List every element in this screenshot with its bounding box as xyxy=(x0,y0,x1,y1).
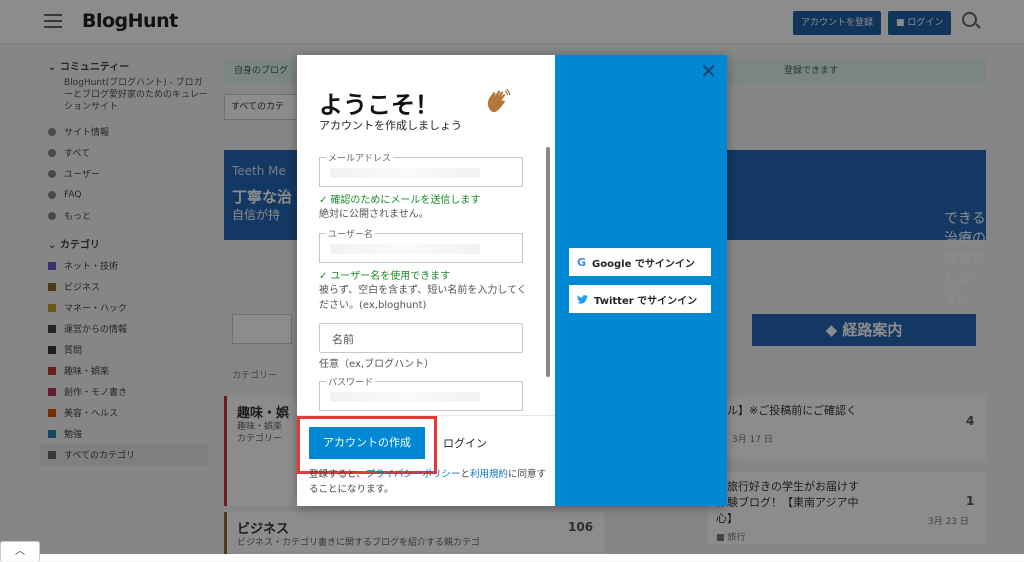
form-scrollbar[interactable] xyxy=(546,147,550,377)
google-signin-button[interactable]: G Google でサインイン xyxy=(569,248,711,276)
social-signin-panel: ✕ G Google でサインイン Twitter でサインイン xyxy=(555,55,727,506)
username-field[interactable]: ユーザー名 xyxy=(319,227,523,263)
email-field[interactable]: メールアドレス xyxy=(319,151,523,187)
terms-text: 登録すると、 xyxy=(309,469,366,480)
close-icon[interactable]: ✕ xyxy=(700,59,717,83)
email-label: メールアドレス xyxy=(326,151,394,164)
password-value-redacted xyxy=(330,392,480,402)
email-hint: 絶対に公開されません。 xyxy=(319,209,429,220)
password-field[interactable]: パスワード xyxy=(319,375,523,411)
password-label: パスワード xyxy=(326,375,376,388)
terms-of-service-link[interactable]: 利用規約 xyxy=(470,469,508,480)
google-signin-label: Google でサインイン xyxy=(592,258,695,270)
twitter-signin-label: Twitter でサインイン xyxy=(594,295,698,307)
name-input[interactable]: 名前 xyxy=(319,323,523,353)
google-icon: G xyxy=(577,255,587,269)
check-icon: ✓ xyxy=(319,271,328,282)
bottom-strip xyxy=(40,554,1024,561)
highlight-box xyxy=(297,416,437,474)
terms-text: と xyxy=(460,469,470,480)
email-ok-message: ✓ 確認のためにメールを送信します xyxy=(319,191,480,206)
username-ok-message: ✓ ユーザー名を使用できます xyxy=(319,267,450,282)
modal-title: ようこそ！ xyxy=(319,91,439,119)
email-value-redacted xyxy=(330,168,480,178)
chevron-up-icon: ︿ xyxy=(15,546,25,557)
twitter-icon xyxy=(577,294,588,304)
privacy-policy-link[interactable]: プライバシーポリシー xyxy=(366,469,461,480)
email-ok-text: 確認のためにメールを送信します xyxy=(330,195,481,206)
username-hint: 被らず、空白を含まず、短い名前を入力してください。(ex,bloghunt) xyxy=(319,285,527,311)
modal-subtitle: アカウントを作成しましょう xyxy=(319,119,462,132)
username-value-redacted xyxy=(330,244,480,254)
waving-hand-icon xyxy=(487,89,510,113)
terms-notice: 登録すると、プライバシーポリシーと利用規約に同意することになります。 xyxy=(309,467,549,497)
form-scroll-area[interactable]: メールアドレス ✓ 確認のためにメールを送信します 絶対に公開されません。 ユーザ… xyxy=(297,137,555,413)
twitter-signin-button[interactable]: Twitter でサインイン xyxy=(569,285,711,313)
check-icon: ✓ xyxy=(319,195,328,206)
signup-modal: ようこそ！ アカウントを作成しましょう メールアドレス ✓ 確認のためにメールを送… xyxy=(297,55,727,506)
login-link[interactable]: ログイン xyxy=(443,435,487,451)
username-label: ユーザー名 xyxy=(326,227,375,240)
name-placeholder: 名前 xyxy=(332,333,354,346)
username-ok-text: ユーザー名を使用できます xyxy=(330,271,451,282)
name-hint: 任意（ex,ブログハント） xyxy=(319,359,435,370)
scroll-top-button[interactable]: ︿ xyxy=(0,541,40,561)
